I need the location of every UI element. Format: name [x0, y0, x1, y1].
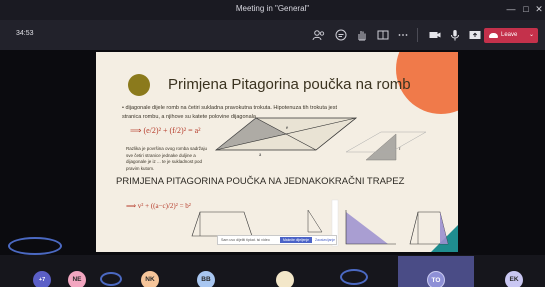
popup-secondary-button[interactable]: Zaustavljanje [315, 237, 335, 243]
share-icon[interactable] [468, 28, 482, 42]
more-options-icon[interactable] [396, 28, 410, 42]
participant-avatar-photo[interactable] [276, 271, 294, 287]
close-button[interactable]: ✕ [532, 2, 545, 16]
phone-hangup-icon [489, 33, 498, 38]
participant-avatar-bb[interactable]: BB [197, 271, 215, 287]
participant-avatar-ek[interactable]: EK [505, 271, 523, 287]
minimize-button[interactable]: — [504, 2, 518, 16]
label-f: f [399, 146, 401, 151]
sharing-popup-text: Sam uvo dijeliti tipkat. isi video [221, 238, 270, 242]
meeting-toolbar: 34:53 Leave ⌄ [0, 20, 545, 50]
chat-icon[interactable] [334, 28, 348, 42]
participant-avatar-to[interactable]: TO [427, 271, 445, 287]
leave-label: Leave [501, 32, 518, 38]
sharing-popup: Sam uvo dijeliti tipkat. isi video Makni… [217, 235, 337, 245]
camera-icon[interactable] [428, 28, 442, 42]
meeting-timer: 34:53 [16, 30, 34, 37]
trapezoid-triangle-diagram [307, 209, 323, 233]
side-label-a: a [259, 153, 262, 158]
annotation-ring [340, 269, 368, 285]
annotation-ring [8, 237, 62, 255]
slide-geometry-drawings: e a f [191, 117, 449, 247]
window-title: Meeting in "General" [235, 4, 310, 13]
shared-presentation-slide: Primjena Pitagorina poučka na romb • dij… [96, 52, 458, 252]
participants-icon[interactable] [312, 28, 326, 42]
overflow-participants-badge[interactable]: +7 [33, 271, 51, 287]
trapezoid-diagram [191, 211, 253, 237]
leave-button[interactable]: Leave ⌄ [484, 28, 538, 43]
rooms-icon[interactable] [376, 28, 390, 42]
participant-avatar-nk[interactable]: NK [141, 271, 159, 287]
toolbar-separator [417, 28, 418, 42]
purple-triangle-left [346, 212, 388, 244]
leave-dropdown-chevron-icon[interactable]: ⌄ [529, 28, 534, 43]
maximize-button[interactable]: □ [519, 2, 533, 16]
stop-sharing-button[interactable]: Maknite dijeljenje [280, 237, 312, 243]
participant-avatar-ne[interactable]: NE [68, 271, 86, 287]
title-bar: Meeting in "General" — □ ✕ [0, 0, 545, 20]
annotation-ring [100, 272, 122, 286]
raise-hand-icon[interactable] [355, 28, 369, 42]
mic-icon[interactable] [448, 28, 462, 42]
